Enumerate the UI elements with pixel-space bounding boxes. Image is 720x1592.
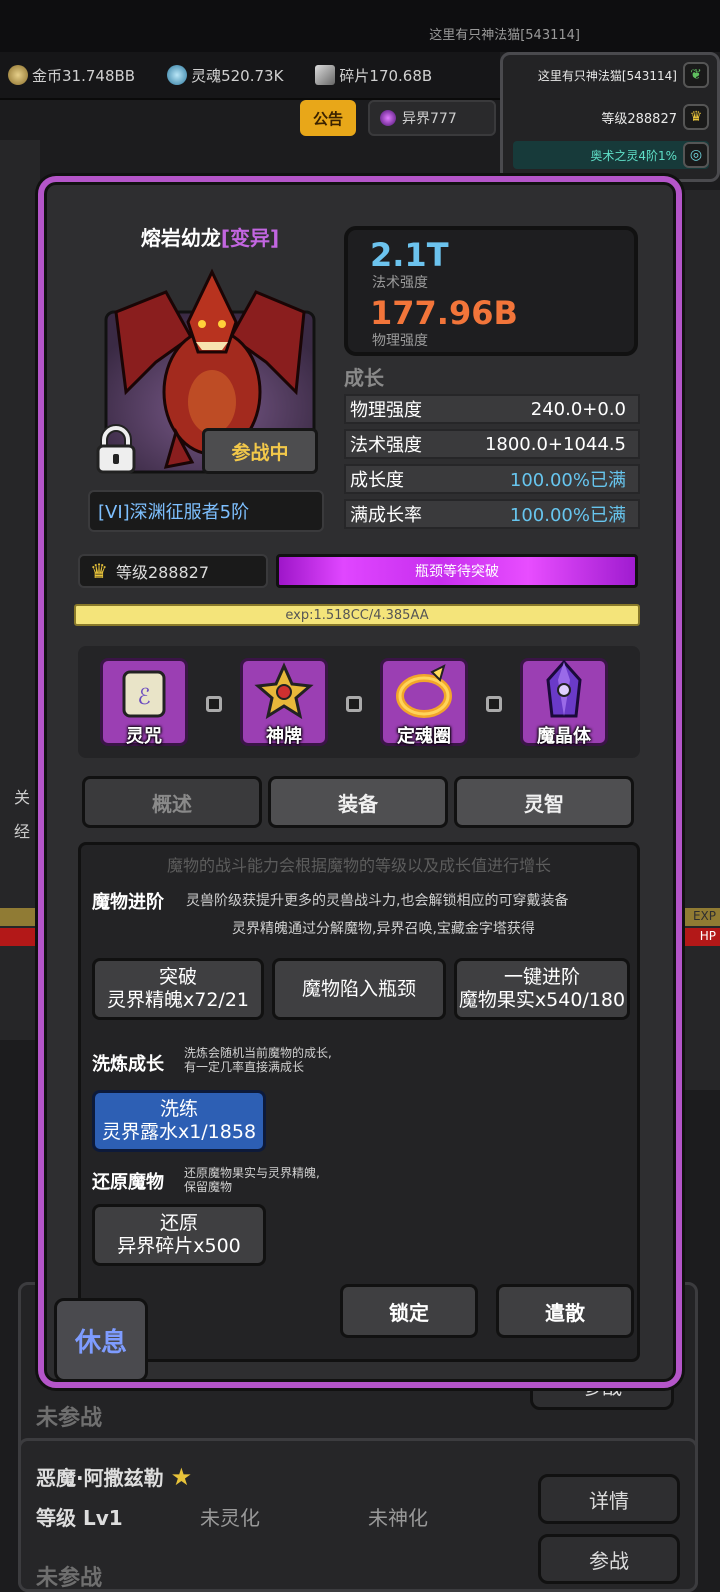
restore-desc-1: 还原魔物果实与灵界精魄,	[184, 1166, 320, 1180]
leaf-icon: ❦	[683, 62, 709, 88]
stat-row-magic: 法术强度 1800.0+1044.5	[344, 429, 640, 459]
breakthrough-button[interactable]: 突破 灵界精魄x72/21	[92, 958, 264, 1020]
player-card[interactable]: 这里有只神法猫[543114] ❦ 等级288827 ♛ 奥术之灵4阶1% ◎	[500, 52, 720, 182]
monster-name: 熔岩幼龙[变异]	[140, 226, 280, 250]
slot-magic-crystal[interactable]: 魔晶体	[520, 658, 608, 747]
bottleneck-bar: 瓶颈等待突破	[276, 554, 638, 588]
tab-equipment[interactable]: 装备	[268, 776, 448, 828]
dismiss-button[interactable]: 遣散	[496, 1284, 634, 1338]
tab-intelligence[interactable]: 灵智	[454, 776, 634, 828]
one-click-advance-button[interactable]: 一键进阶 魔物果实x540/180	[454, 958, 630, 1020]
monster-rank: [VI]深渊征服者5阶	[88, 490, 324, 532]
not-in-battle-label-2: 未参战	[36, 1566, 103, 1591]
magic-crystal-icon	[546, 660, 582, 718]
player-buff: 奥术之灵4阶1%	[590, 148, 677, 163]
in-battle-tag: 参战中	[202, 428, 318, 474]
demon-divine-status: 未神化	[368, 1506, 428, 1530]
advance-desc-1: 灵兽阶级获提升更多的灵兽战斗力,也会解锁相应的可穿戴装备	[186, 893, 569, 909]
demon-level: 等级 Lv1	[36, 1506, 123, 1530]
detail-button[interactable]: 详情	[538, 1474, 680, 1524]
player-level: 等级288827	[601, 111, 677, 127]
magic-power-label: 法术强度	[372, 275, 428, 291]
stat-row-growth: 成长度 100.00%已满	[344, 464, 640, 494]
left-side-menu	[0, 140, 40, 1040]
slot-spell[interactable]: ℰ 灵咒	[100, 658, 188, 747]
lock-icon[interactable]	[92, 424, 140, 476]
refine-desc-2: 有一定几率直接满成长	[184, 1060, 305, 1074]
restore-title: 还原魔物	[92, 1172, 164, 1193]
realm-portal-icon	[380, 110, 396, 126]
slot-connector	[206, 696, 222, 712]
growth-title: 成长	[344, 366, 384, 390]
power-panel: 2.1T 法术强度 177.96B 物理强度	[344, 226, 638, 356]
player-name: 这里有只神法猫[543114]	[537, 68, 677, 83]
resource-soul: 灵魂520.73K	[167, 65, 283, 86]
slot-connector	[346, 696, 362, 712]
status-title: 这里有只神法猫[543114]	[429, 28, 580, 43]
scroll-icon: ℰ	[122, 670, 166, 718]
refine-title: 洗炼成长	[92, 1054, 164, 1075]
realm-button[interactable]: 异界777	[368, 100, 496, 136]
advance-title: 魔物进阶	[92, 892, 164, 913]
exp-bar: exp:1.518CC/4.385AA	[74, 604, 640, 626]
bottleneck-button[interactable]: 魔物陷入瓶颈	[272, 958, 446, 1020]
resource-gold: 金币31.748BB	[8, 65, 135, 86]
slot-connector	[486, 696, 502, 712]
rest-button[interactable]: 休息	[54, 1298, 148, 1382]
restore-button[interactable]: 还原 异界碎片x500	[92, 1204, 266, 1266]
refine-button[interactable]: 洗练 灵界露水x1/1858	[92, 1090, 266, 1152]
equipment-slots: ℰ 灵咒 神牌 定魂圈 魔晶体	[78, 646, 640, 758]
crown-icon: ♛	[90, 559, 108, 583]
coin-icon	[8, 65, 28, 85]
mutation-tag: [变异]	[220, 226, 280, 250]
phys-power-value: 177.96B	[370, 294, 518, 332]
side-text-guan: 关	[14, 788, 31, 807]
stat-row-phys: 物理强度 240.0+0.0	[344, 394, 640, 424]
demon-name: 恶魔·阿撒兹勒 ★	[36, 1463, 193, 1491]
refine-desc-1: 洗炼会随机当前魔物的成长,	[184, 1046, 332, 1060]
status-bar: 这里有只神法猫[543114]	[0, 0, 720, 52]
slot-soul-ring[interactable]: 定魂圈	[380, 658, 468, 747]
side-text-jing: 经	[14, 822, 31, 841]
soul-icon	[167, 65, 188, 85]
resource-bar: 金币31.748BB 灵魂520.73K 碎片170.68B	[0, 52, 500, 100]
soul-ring-icon	[396, 664, 452, 718]
advance-desc-2: 灵界精魄通过分解魔物,异界召唤,宝藏金字塔获得	[232, 921, 535, 937]
monster-level-box: ♛ 等级288827	[78, 554, 268, 588]
restore-desc-2: 保留魔物	[184, 1180, 233, 1194]
swirl-icon: ◎	[683, 142, 709, 168]
not-in-battle-label: 未参战	[36, 1406, 103, 1431]
tab-overview[interactable]: 概述	[82, 776, 262, 828]
join-battle-button-2[interactable]: 参战	[538, 1534, 680, 1584]
demon-spirit-status: 未灵化	[200, 1506, 260, 1530]
shard-icon	[315, 65, 336, 85]
growth-hint: 魔物的战斗能力会根据魔物的等级以及成长值进行增长	[166, 856, 551, 875]
phys-power-label: 物理强度	[372, 333, 428, 349]
notice-button[interactable]: 公告	[300, 100, 356, 136]
svg-text:ℰ: ℰ	[137, 685, 150, 710]
crown-icon: ♛	[683, 104, 709, 130]
magic-power-value: 2.1T	[370, 236, 449, 274]
stat-row-max-growth: 满成长率 100.00%已满	[344, 499, 640, 529]
star-icon: ★	[170, 1463, 193, 1491]
lock-button[interactable]: 锁定	[340, 1284, 478, 1338]
slot-divine-card[interactable]: 神牌	[240, 658, 328, 747]
divine-card-icon	[254, 662, 314, 720]
resource-shard: 碎片170.68B	[315, 65, 432, 86]
